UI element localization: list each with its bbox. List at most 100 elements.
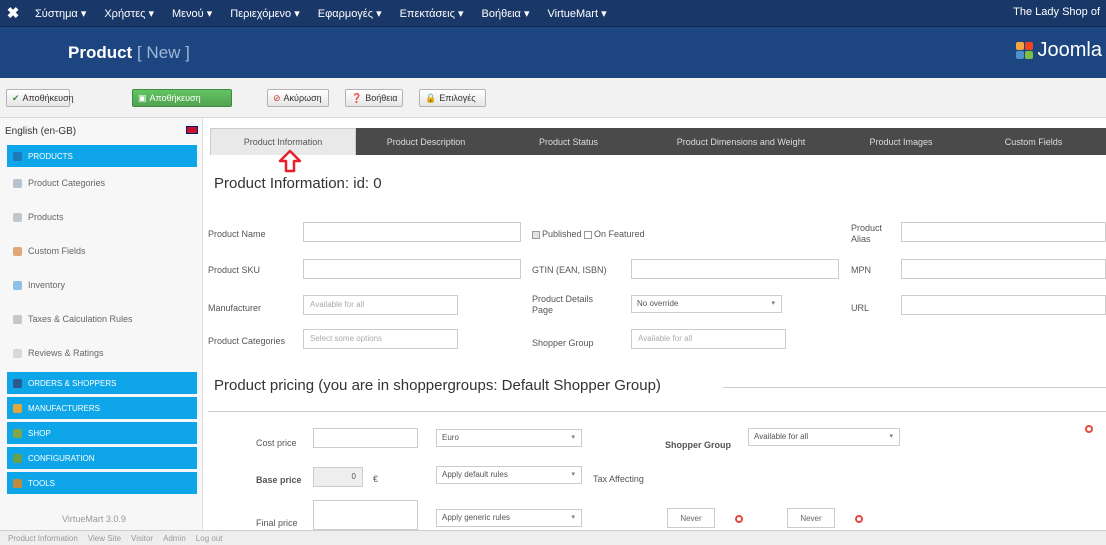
help-button[interactable]: ❓ Βοήθεια (345, 89, 403, 107)
save-icon: ▣ (138, 92, 147, 103)
menu-help[interactable]: Βοήθεια ▾ (473, 7, 539, 20)
sidebar-item-orders[interactable]: ORDERS & SHOPPERS (7, 372, 197, 394)
apply-button[interactable]: ✔ Αποθήκευση (6, 89, 74, 107)
uk-flag-icon (186, 126, 198, 134)
sidebar-item-configuration[interactable]: CONFIGURATION (7, 447, 197, 469)
options-button-label: Επιλογές (439, 93, 476, 103)
sidebar-item-label: SHOP (28, 428, 51, 438)
gtin-input[interactable] (631, 259, 839, 279)
sidebar-item-product-categories[interactable]: Product Categories (7, 172, 197, 194)
help-icon: ❓ (351, 92, 363, 103)
cancel-button[interactable]: ⊘ Ακύρωση (267, 89, 329, 107)
discount-rule-select[interactable]: Apply generic rules ▾ (436, 509, 582, 527)
language-selector[interactable]: English (en-GB) (5, 126, 76, 137)
menu-virtuemart[interactable]: VirtueMart ▾ (538, 7, 615, 20)
menu-content[interactable]: Περιεχόμενο ▾ (221, 7, 309, 20)
details-page-label: Product Details Page (532, 294, 594, 315)
main-menu: Σύστημα ▾ Χρήστες ▾ Μενού ▾ Περιεχόμενο … (26, 0, 616, 27)
sidebar-item-tools[interactable]: TOOLS (7, 472, 197, 494)
tools-icon (13, 478, 22, 488)
product-alias-input[interactable] (901, 222, 1106, 242)
product-sku-input[interactable] (303, 259, 521, 279)
apply-button-label: Αποθήκευση (22, 93, 74, 103)
manufacturers-icon (13, 403, 22, 413)
status-item[interactable]: Product Information (8, 534, 78, 543)
sidebar-item-reviews[interactable]: Reviews & Ratings (7, 342, 197, 364)
options-button[interactable]: 🔒 Επιλογές (419, 89, 486, 107)
clear-date-icon-2[interactable] (855, 515, 863, 523)
categories-label: Product Categories (208, 336, 286, 346)
sidebar-item-taxes[interactable]: Taxes & Calculation Rules (7, 308, 197, 330)
tab-custom-fields[interactable]: Custom Fields (961, 128, 1106, 155)
never-button-2[interactable]: Never (787, 508, 835, 528)
menu-system[interactable]: Σύστημα ▾ (26, 7, 95, 20)
featured-checkbox[interactable] (584, 230, 593, 239)
base-price-input[interactable]: 0 (313, 467, 363, 487)
published-checkbox-group[interactable]: Published On Featured (532, 229, 645, 240)
menu-components[interactable]: Εφαρμογές ▾ (309, 7, 391, 20)
mpn-label: MPN (851, 265, 871, 275)
product-info-heading: Product Information: id: 0 (214, 175, 382, 192)
chevron-down-icon: ▾ (889, 433, 893, 440)
manufacturer-select[interactable]: Available for all (303, 295, 458, 315)
final-price-label: Final price (256, 518, 298, 528)
tax-rule-value: Apply default rules (442, 470, 508, 479)
currency-value: Euro (442, 433, 459, 442)
url-label: URL (851, 303, 870, 313)
details-page-select[interactable]: No override ▾ (631, 295, 782, 313)
site-name-link[interactable]: The Lady Shop of (1013, 6, 1100, 18)
pricing-divider (723, 387, 1106, 388)
products-list-icon (13, 212, 22, 222)
cost-price-input[interactable] (313, 428, 418, 448)
sidebar-item-inventory[interactable]: Inventory (7, 274, 197, 296)
tab-product-status[interactable]: Product Status (496, 128, 641, 155)
product-alias-label: Product Alias (851, 223, 883, 244)
pricing-box-top (208, 411, 1106, 412)
status-item[interactable]: Admin (163, 534, 186, 543)
status-item[interactable]: View Site (88, 534, 121, 543)
product-name-input[interactable] (303, 222, 521, 242)
delete-price-icon[interactable] (1085, 425, 1093, 433)
menu-extensions[interactable]: Επεκτάσεις ▾ (391, 7, 473, 20)
sidebar-item-products[interactable]: PRODUCTS (7, 145, 197, 167)
sidebar-item-products-list[interactable]: Products (7, 206, 197, 228)
url-input[interactable] (901, 295, 1106, 315)
save-close-button[interactable]: ▣ Αποθήκευση (132, 89, 232, 107)
tab-product-images[interactable]: Product Images (841, 128, 961, 155)
toolbar: ✔ Αποθήκευση ▣ Αποθήκευση ⊘ Ακύρωση ❓ Βοήθει… (0, 78, 1106, 118)
title-bar: Product [ New ] Joomla (0, 27, 1106, 78)
joomla-menu-icon[interactable]: ✖ (0, 4, 26, 22)
discount-rule-value: Apply generic rules (442, 513, 511, 522)
sidebar-item-shop[interactable]: SHOP (7, 422, 197, 444)
configuration-icon (13, 453, 22, 463)
tab-product-description[interactable]: Product Description (356, 128, 496, 155)
status-item[interactable]: Log out (196, 534, 223, 543)
chevron-down-icon: ▾ (571, 471, 575, 478)
sidebar-item-label: Products (28, 212, 64, 222)
sidebar-item-label: ORDERS & SHOPPERS (28, 378, 117, 388)
menu-users[interactable]: Χρήστες ▾ (95, 7, 163, 20)
pricing-shopper-group-label: Shopper Group (665, 440, 731, 450)
pricing-shopper-group-value: Available for all (754, 432, 809, 441)
menu-menus[interactable]: Μενού ▾ (163, 7, 221, 20)
published-checkbox[interactable] (532, 230, 540, 239)
never-button-1[interactable]: Never (667, 508, 715, 528)
sidebar-item-manufacturers[interactable]: MANUFACTURERS (7, 397, 197, 419)
sidebar-item-custom-fields[interactable]: Custom Fields (7, 240, 197, 262)
sidebar-item-label: CONFIGURATION (28, 453, 95, 463)
mpn-input[interactable] (901, 259, 1106, 279)
pricing-shopper-group-select[interactable]: Available for all ▾ (748, 428, 900, 446)
clear-date-icon-1[interactable] (735, 515, 743, 523)
base-price-symbol: € (373, 474, 379, 484)
currency-select[interactable]: Euro ▾ (436, 429, 582, 447)
tax-rule-select[interactable]: Apply default rules ▾ (436, 466, 582, 484)
sidebar-item-label: PRODUCTS (28, 151, 73, 161)
tax-affecting-label: Tax Affecting (593, 474, 644, 484)
final-price-input[interactable] (313, 500, 418, 530)
cancel-button-label: Ακύρωση (283, 93, 322, 103)
tab-product-dimensions[interactable]: Product Dimensions and Weight (641, 128, 841, 155)
gtin-label: GTIN (EAN, ISBN) (532, 265, 607, 275)
shopper-group-select[interactable]: Available for all (631, 329, 786, 349)
categories-select[interactable]: Select some options (303, 329, 458, 349)
status-item[interactable]: Visitor (131, 534, 153, 543)
